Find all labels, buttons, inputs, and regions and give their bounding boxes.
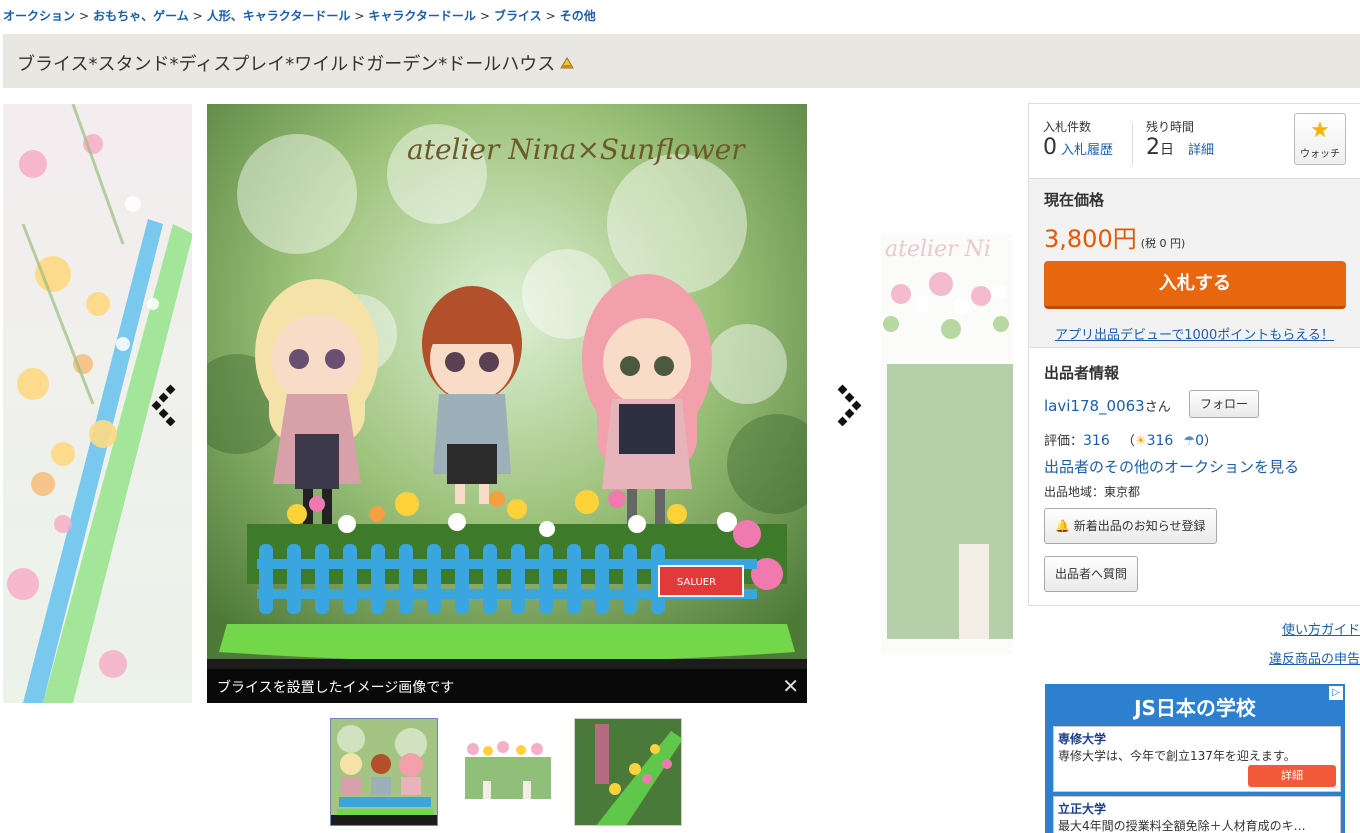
notify-button-label: 新着出品のお知らせ登録: [1073, 519, 1206, 533]
shop-sign-text: SALUER: [677, 577, 716, 588]
breadcrumb-toys[interactable]: おもちゃ、ゲーム: [93, 9, 189, 23]
bid-count-value: 0: [1043, 135, 1057, 160]
seller-region: 出品地域：東京都: [1044, 485, 1141, 499]
breadcrumb: オークション > おもちゃ、ゲーム > 人形、キャラクタードール > キャラクタードール > ブ…: [3, 7, 596, 24]
ad-detail-button[interactable]: 詳細: [1248, 765, 1336, 787]
watch-button[interactable]: ★ ウォッチ: [1294, 113, 1346, 165]
breadcrumb-blythe[interactable]: ブライス: [494, 9, 542, 23]
seller-honorific: さん: [1144, 400, 1171, 415]
thumbnail-1[interactable]: [330, 718, 438, 826]
ask-seller-button[interactable]: 出品者へ質問: [1044, 556, 1139, 592]
breadcrumb-separator: >: [192, 9, 203, 23]
tax-note: (税 0 円): [1140, 237, 1186, 250]
ad-card-2[interactable]: 立正大学 最大4年間の授業料全額免除＋人材育成のキ…: [1053, 796, 1341, 833]
bid-count-label: 入札件数: [1043, 120, 1092, 134]
next-image-preview[interactable]: atelier Ni: [881, 234, 1013, 654]
previous-image-arrow[interactable]: [150, 384, 180, 427]
seller-info: 出品者情報 lavi178_0063さん フォロー 評価：316 （☀316 ☂…: [1044, 362, 1349, 592]
breadcrumb-auction[interactable]: オークション: [3, 9, 75, 23]
usage-guide-link[interactable]: 使い方ガイド: [1282, 619, 1360, 638]
item-title: ブライス*スタンド*ディスプレイ*ワイルドガーデン*ドールハウス: [17, 54, 556, 75]
breadcrumb-separator: >: [79, 9, 90, 23]
breadcrumb-dolls[interactable]: 人形、キャラクタードール: [207, 9, 351, 23]
remaining-time-unit: 日: [1160, 142, 1174, 158]
seller-other-auctions-link[interactable]: 出品者のその他のオークションを見る: [1044, 456, 1299, 477]
caption-close-icon[interactable]: ✕: [782, 674, 799, 698]
current-price-row: 3,800円 (税 0 円): [1044, 219, 1185, 254]
rating-label: 評価：: [1044, 434, 1084, 449]
thumbnail-3[interactable]: [574, 718, 682, 826]
seller-name-row: lavi178_0063さん: [1044, 396, 1171, 415]
chevron-left-icon: [151, 384, 176, 427]
main-product-image[interactable]: atelier Nina×Sunflower SALUER: [207, 104, 807, 703]
next-image-brand-text: atelier Ni: [885, 237, 991, 262]
current-price-label: 現在価格: [1044, 191, 1105, 209]
ad-card-body: 専修大学は、今年で創立137年を迎えます。: [1058, 749, 1296, 763]
report-violation-link[interactable]: 違反商品の申告: [1269, 648, 1360, 667]
breadcrumb-separator: >: [545, 9, 556, 23]
seller-rating: 評価：316 （☀316 ☂0）: [1044, 433, 1218, 449]
sun-icon: ☀: [1134, 434, 1147, 449]
rating-value-link[interactable]: 316: [1083, 433, 1110, 449]
bid-status-row: 入札件数 0 入札履歴 残り時間 2日 詳細 ★ ウォッチ: [1029, 104, 1360, 178]
image-caption-bar: ブライスを設置したイメージ画像です ✕: [207, 669, 807, 703]
follow-button[interactable]: フォロー: [1189, 390, 1260, 418]
new-item-icon: [559, 56, 575, 74]
remaining-time-value: 2: [1146, 135, 1160, 160]
item-title-row: ブライス*スタンド*ディスプレイ*ワイルドガーデン*ドールハウス: [17, 50, 575, 76]
current-price: 3,800円: [1044, 225, 1137, 253]
app-promo-link[interactable]: アプリ出品デビューで1000ポイントもらえる！: [1055, 324, 1334, 343]
watch-label: ウォッチ: [1300, 149, 1340, 160]
bid-count-block: 入札件数 0 入札履歴: [1043, 118, 1113, 160]
seller-info-heading: 出品者情報: [1044, 364, 1120, 382]
image-gallery: atelier Nina×Sunflower SALUER atelier Ni…: [3, 104, 1013, 704]
image-caption: ブライスを設置したイメージ画像です: [217, 680, 455, 696]
ad-card-heading: 専修大学: [1058, 732, 1107, 746]
time-detail-link[interactable]: 詳細: [1188, 143, 1214, 158]
bad-rating-count: 0: [1195, 433, 1205, 449]
star-icon: ★: [1310, 118, 1330, 143]
next-image-arrow[interactable]: [834, 384, 864, 427]
breadcrumb-character-doll[interactable]: キャラクタードール: [368, 9, 476, 23]
divider: [1132, 122, 1133, 166]
price-section: 現在価格 3,800円 (税 0 円) 入札する アプリ出品デビューで1000ポイ…: [1029, 178, 1360, 348]
green-base: [219, 624, 795, 662]
ad-card-heading: 立正大学: [1058, 802, 1107, 816]
advertisement[interactable]: ▷ JS日本の学校 専修大学 専修大学は、今年で創立137年を迎えます。 詳細 …: [1045, 684, 1345, 833]
thumbnail-2[interactable]: [452, 718, 560, 826]
image-brand-text: atelier Nina×Sunflower: [407, 133, 746, 166]
chevron-right-icon: [837, 384, 862, 427]
auction-info-panel: 入札件数 0 入札履歴 残り時間 2日 詳細 ★ ウォッチ 現在価格 3,800円(…: [1028, 103, 1360, 606]
breadcrumb-separator: >: [354, 9, 365, 23]
bid-button[interactable]: 入札する: [1044, 261, 1346, 309]
seller-name-link[interactable]: lavi178_0063: [1044, 397, 1145, 415]
remaining-time-block: 残り時間 2日 詳細: [1146, 118, 1214, 160]
item-title-bar: ブライス*スタンド*ディスプレイ*ワイルドガーデン*ドールハウス: [3, 34, 1360, 88]
ad-card-1[interactable]: 専修大学 専修大学は、今年で創立137年を迎えます。 詳細: [1053, 726, 1341, 792]
new-listing-notify-button[interactable]: 🔔 新着出品のお知らせ登録: [1044, 508, 1217, 544]
breadcrumb-other[interactable]: その他: [560, 9, 596, 23]
bid-history-link[interactable]: 入札履歴: [1061, 143, 1113, 158]
umbrella-icon: ☂: [1183, 434, 1196, 449]
remaining-time-label: 残り時間: [1146, 120, 1195, 134]
good-rating-count: 316: [1146, 433, 1174, 449]
ad-title: JS日本の学校: [1134, 696, 1256, 720]
ad-card-body: 最大4年間の授業料全額免除＋人材育成のキ…: [1058, 819, 1306, 833]
breadcrumb-separator: >: [479, 9, 490, 23]
bell-icon: 🔔: [1055, 519, 1070, 533]
